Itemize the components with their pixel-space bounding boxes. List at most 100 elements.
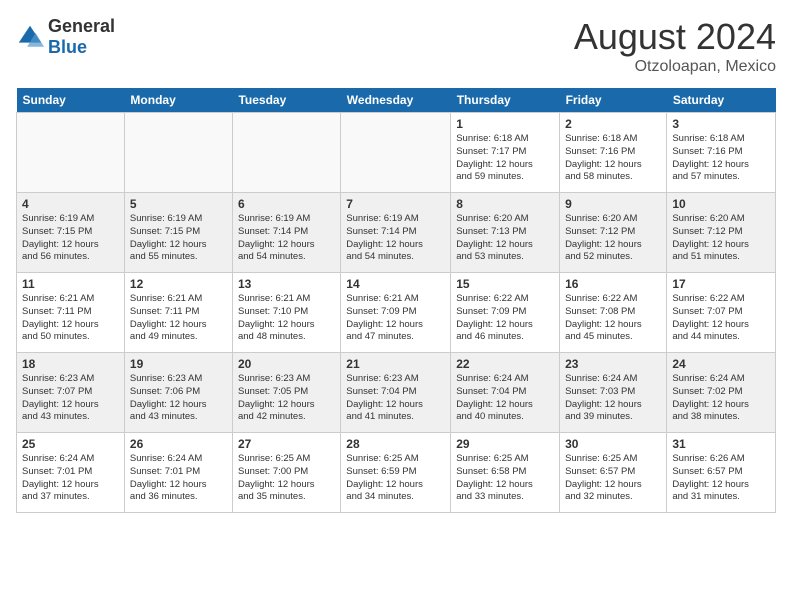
calendar-cell: 1 Sunrise: 6:18 AM Sunset: 7:17 PM Daylig…	[451, 113, 560, 193]
day-number: 1	[456, 117, 554, 131]
calendar-cell: 26 Sunrise: 6:24 AM Sunset: 7:01 PM Dayli…	[124, 433, 232, 513]
day-info: Sunrise: 6:19 AM Sunset: 7:14 PM Dayligh…	[346, 213, 445, 264]
weekday-header-friday: Friday	[560, 88, 667, 113]
day-number: 25	[22, 437, 119, 451]
calendar-cell: 10 Sunrise: 6:20 AM Sunset: 7:12 PM Dayli…	[667, 193, 776, 273]
day-info: Sunrise: 6:25 AM Sunset: 7:00 PM Dayligh…	[238, 453, 335, 504]
day-info: Sunrise: 6:24 AM Sunset: 7:01 PM Dayligh…	[130, 453, 227, 504]
day-number: 7	[346, 197, 445, 211]
calendar-cell: 16 Sunrise: 6:22 AM Sunset: 7:08 PM Dayli…	[560, 273, 667, 353]
day-info: Sunrise: 6:25 AM Sunset: 6:59 PM Dayligh…	[346, 453, 445, 504]
calendar-cell: 4Sunrise: 6:19 AM Sunset: 7:15 PM Daylig…	[17, 193, 125, 273]
calendar-cell: 3Sunrise: 6:18 AM Sunset: 7:16 PM Daylig…	[667, 113, 776, 193]
day-number: 13	[238, 277, 335, 291]
calendar-cell: 25 Sunrise: 6:24 AM Sunset: 7:01 PM Dayli…	[17, 433, 125, 513]
calendar-cell: 28 Sunrise: 6:25 AM Sunset: 6:59 PM Dayli…	[341, 433, 451, 513]
day-info: Sunrise: 6:24 AM Sunset: 7:01 PM Dayligh…	[22, 453, 119, 504]
day-info: Sunrise: 6:20 AM Sunset: 7:12 PM Dayligh…	[565, 213, 661, 264]
title-area: August 2024 Otzoloapan, Mexico	[574, 16, 776, 76]
logo: General Blue	[16, 16, 115, 58]
day-info: Sunrise: 6:23 AM Sunset: 7:06 PM Dayligh…	[130, 373, 227, 424]
calendar-cell: 15 Sunrise: 6:22 AM Sunset: 7:09 PM Dayli…	[451, 273, 560, 353]
weekday-header-thursday: Thursday	[451, 88, 560, 113]
day-info: Sunrise: 6:21 AM Sunset: 7:09 PM Dayligh…	[346, 293, 445, 344]
day-number: 17	[672, 277, 770, 291]
weekday-header-wednesday: Wednesday	[341, 88, 451, 113]
day-number: 27	[238, 437, 335, 451]
day-info: Sunrise: 6:18 AM Sunset: 7:17 PM Dayligh…	[456, 133, 554, 184]
calendar-cell: 18 Sunrise: 6:23 AM Sunset: 7:07 PM Dayli…	[17, 353, 125, 433]
day-number: 8	[456, 197, 554, 211]
calendar-cell: 14Sunrise: 6:21 AM Sunset: 7:09 PM Dayli…	[341, 273, 451, 353]
day-info: Sunrise: 6:24 AM Sunset: 7:02 PM Dayligh…	[672, 373, 770, 424]
day-number: 30	[565, 437, 661, 451]
day-number: 28	[346, 437, 445, 451]
calendar-week-2: 4Sunrise: 6:19 AM Sunset: 7:15 PM Daylig…	[17, 193, 776, 273]
day-info: Sunrise: 6:24 AM Sunset: 7:03 PM Dayligh…	[565, 373, 661, 424]
day-info: Sunrise: 6:23 AM Sunset: 7:04 PM Dayligh…	[346, 373, 445, 424]
calendar-cell	[17, 113, 125, 193]
day-info: Sunrise: 6:19 AM Sunset: 7:15 PM Dayligh…	[130, 213, 227, 264]
day-number: 24	[672, 357, 770, 371]
calendar-cell: 20 Sunrise: 6:23 AM Sunset: 7:05 PM Dayli…	[232, 353, 340, 433]
calendar-week-1: 1 Sunrise: 6:18 AM Sunset: 7:17 PM Daylig…	[17, 113, 776, 193]
calendar-cell: 30Sunrise: 6:25 AM Sunset: 6:57 PM Dayli…	[560, 433, 667, 513]
day-info: Sunrise: 6:23 AM Sunset: 7:05 PM Dayligh…	[238, 373, 335, 424]
day-info: Sunrise: 6:23 AM Sunset: 7:07 PM Dayligh…	[22, 373, 119, 424]
calendar-cell: 5 Sunrise: 6:19 AM Sunset: 7:15 PM Daylig…	[124, 193, 232, 273]
logo-blue: Blue	[48, 37, 115, 58]
day-number: 26	[130, 437, 227, 451]
day-number: 2	[565, 117, 661, 131]
day-info: Sunrise: 6:19 AM Sunset: 7:15 PM Dayligh…	[22, 213, 119, 264]
calendar-cell: 22Sunrise: 6:24 AM Sunset: 7:04 PM Dayli…	[451, 353, 560, 433]
day-number: 15	[456, 277, 554, 291]
calendar-cell: 21 Sunrise: 6:23 AM Sunset: 7:04 PM Dayli…	[341, 353, 451, 433]
weekday-header-tuesday: Tuesday	[232, 88, 340, 113]
day-number: 10	[672, 197, 770, 211]
calendar-cell	[341, 113, 451, 193]
calendar-cell: 27 Sunrise: 6:25 AM Sunset: 7:00 PM Dayli…	[232, 433, 340, 513]
calendar-cell: 29 Sunrise: 6:25 AM Sunset: 6:58 PM Dayli…	[451, 433, 560, 513]
logo-icon	[16, 23, 44, 51]
day-number: 6	[238, 197, 335, 211]
day-info: Sunrise: 6:21 AM Sunset: 7:11 PM Dayligh…	[22, 293, 119, 344]
page-header: General Blue August 2024 Otzoloapan, Mex…	[16, 16, 776, 76]
day-number: 12	[130, 277, 227, 291]
calendar-week-4: 18 Sunrise: 6:23 AM Sunset: 7:07 PM Dayli…	[17, 353, 776, 433]
calendar-cell	[124, 113, 232, 193]
day-info: Sunrise: 6:20 AM Sunset: 7:12 PM Dayligh…	[672, 213, 770, 264]
day-info: Sunrise: 6:22 AM Sunset: 7:07 PM Dayligh…	[672, 293, 770, 344]
day-number: 20	[238, 357, 335, 371]
day-info: Sunrise: 6:18 AM Sunset: 7:16 PM Dayligh…	[565, 133, 661, 184]
day-number: 5	[130, 197, 227, 211]
calendar-week-5: 25 Sunrise: 6:24 AM Sunset: 7:01 PM Dayli…	[17, 433, 776, 513]
day-info: Sunrise: 6:25 AM Sunset: 6:58 PM Dayligh…	[456, 453, 554, 504]
calendar-cell: 24 Sunrise: 6:24 AM Sunset: 7:02 PM Dayli…	[667, 353, 776, 433]
calendar-cell: 11Sunrise: 6:21 AM Sunset: 7:11 PM Dayli…	[17, 273, 125, 353]
day-number: 18	[22, 357, 119, 371]
day-info: Sunrise: 6:22 AM Sunset: 7:08 PM Dayligh…	[565, 293, 661, 344]
calendar-cell: 2 Sunrise: 6:18 AM Sunset: 7:16 PM Daylig…	[560, 113, 667, 193]
day-number: 16	[565, 277, 661, 291]
month-year-title: August 2024	[574, 16, 776, 58]
calendar-cell	[232, 113, 340, 193]
calendar-cell: 8 Sunrise: 6:20 AM Sunset: 7:13 PM Daylig…	[451, 193, 560, 273]
day-info: Sunrise: 6:21 AM Sunset: 7:11 PM Dayligh…	[130, 293, 227, 344]
day-info: Sunrise: 6:22 AM Sunset: 7:09 PM Dayligh…	[456, 293, 554, 344]
day-info: Sunrise: 6:18 AM Sunset: 7:16 PM Dayligh…	[672, 133, 770, 184]
day-number: 23	[565, 357, 661, 371]
day-number: 29	[456, 437, 554, 451]
day-info: Sunrise: 6:20 AM Sunset: 7:13 PM Dayligh…	[456, 213, 554, 264]
calendar-cell: 6 Sunrise: 6:19 AM Sunset: 7:14 PM Daylig…	[232, 193, 340, 273]
day-info: Sunrise: 6:19 AM Sunset: 7:14 PM Dayligh…	[238, 213, 335, 264]
location-title: Otzoloapan, Mexico	[574, 58, 776, 76]
weekday-header-monday: Monday	[124, 88, 232, 113]
calendar-cell: 17 Sunrise: 6:22 AM Sunset: 7:07 PM Dayli…	[667, 273, 776, 353]
day-number: 21	[346, 357, 445, 371]
calendar-cell: 31Sunrise: 6:26 AM Sunset: 6:57 PM Dayli…	[667, 433, 776, 513]
weekday-header-row: SundayMondayTuesdayWednesdayThursdayFrid…	[17, 88, 776, 113]
day-number: 22	[456, 357, 554, 371]
calendar-week-3: 11Sunrise: 6:21 AM Sunset: 7:11 PM Dayli…	[17, 273, 776, 353]
day-info: Sunrise: 6:26 AM Sunset: 6:57 PM Dayligh…	[672, 453, 770, 504]
day-number: 9	[565, 197, 661, 211]
